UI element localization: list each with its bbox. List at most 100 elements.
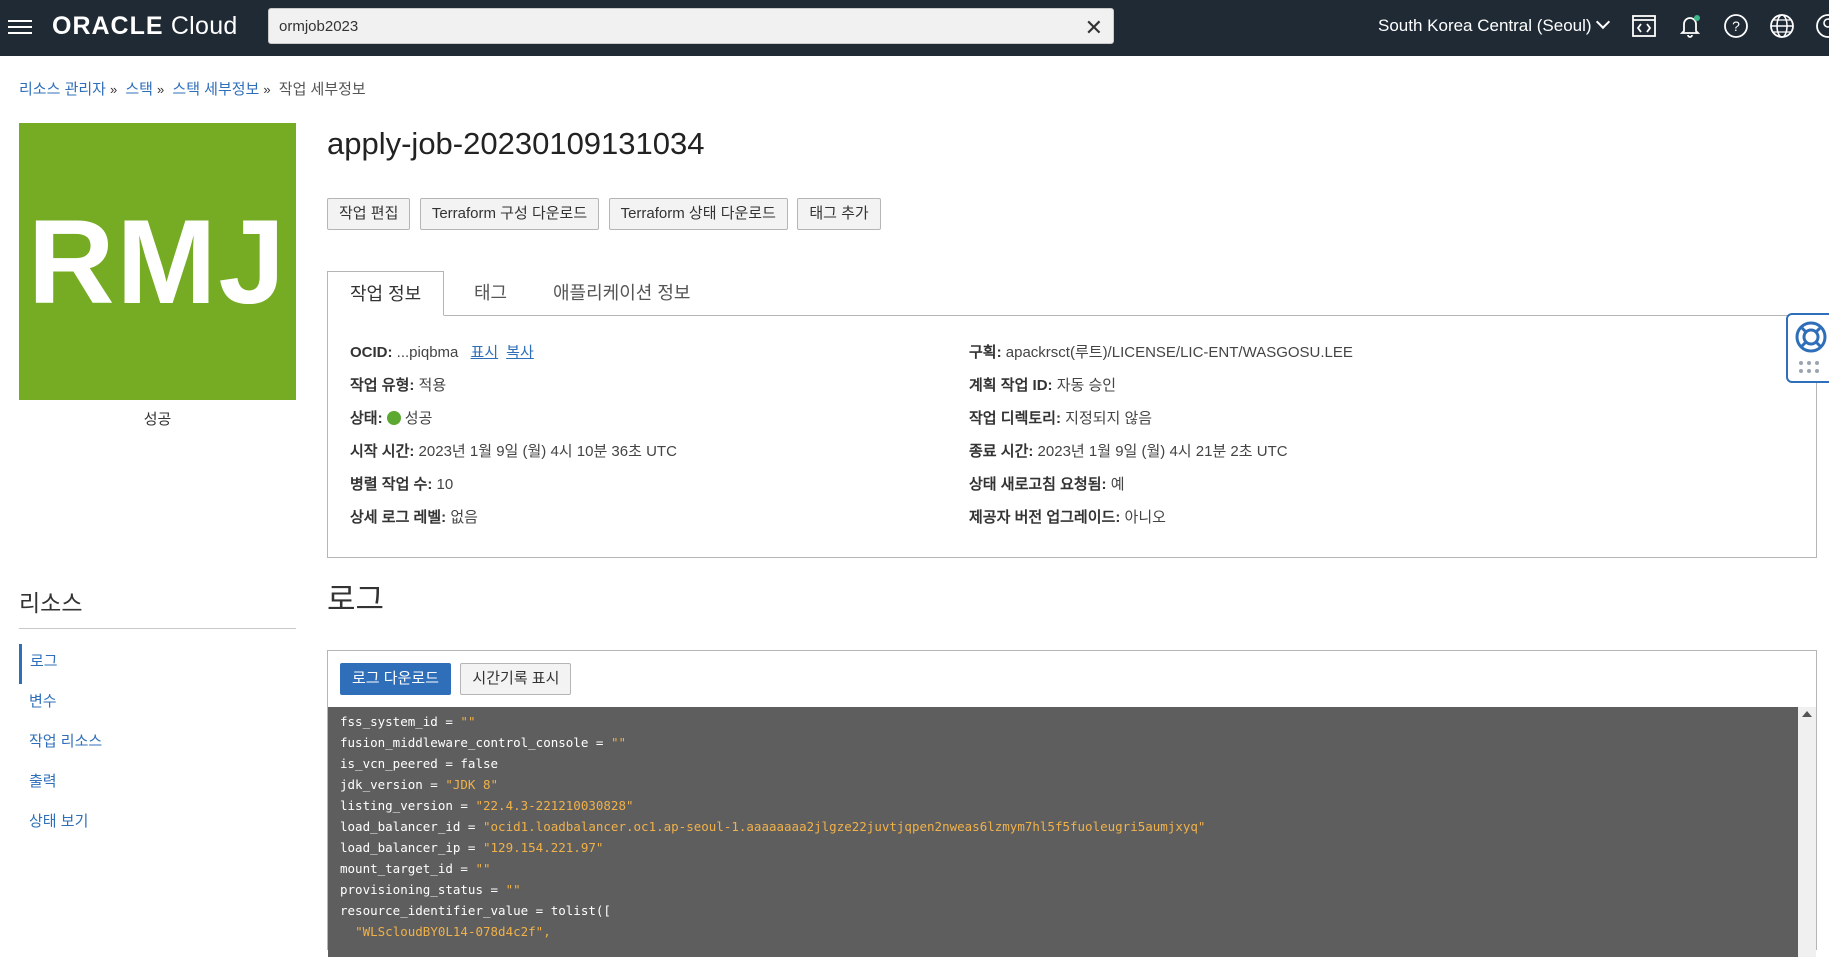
log-line: fusion_middleware_control_console = "": [340, 732, 1786, 753]
profile-icon[interactable]: [1814, 12, 1829, 40]
info-ocid: OCID: ...piqbma 표시 복사: [350, 341, 677, 374]
parallelism-value: 10: [436, 476, 454, 493]
resources-divider: [19, 628, 296, 629]
log-line-value: "": [460, 714, 476, 729]
resources-item-logs[interactable]: 로그: [19, 644, 296, 684]
log-line: provisioning_status = "": [340, 879, 1786, 900]
search-input[interactable]: [277, 17, 1061, 36]
resources-item-variables[interactable]: 변수: [19, 684, 296, 724]
success-status-dot: [386, 411, 401, 425]
parallelism-label: 병렬 작업 수:: [350, 476, 433, 493]
download-terraform-state-button[interactable]: Terraform 상태 다운로드: [608, 198, 788, 230]
show-timestamps-button[interactable]: 시간기록 표시: [460, 663, 572, 695]
log-line-value: "WLScloudBY0L14-078d4c2f",: [355, 924, 551, 939]
log-line: fss_system_id = "": [340, 711, 1786, 732]
info-compartment: 구획: apackrsct(루트)/LICENSE/LIC-ENT/WASGOS…: [969, 341, 1353, 374]
log-line: mount_target_id = "": [340, 858, 1786, 879]
resources-item-outputs[interactable]: 출력: [19, 764, 296, 804]
job-type-label: 작업 유형:: [350, 377, 415, 394]
log-line-value: "JDK 8": [445, 777, 499, 792]
resources-item-job-resources[interactable]: 작업 리소스: [19, 724, 296, 764]
region-selector[interactable]: South Korea Central (Seoul): [1378, 14, 1610, 36]
working-directory-value: 지정되지 않음: [1065, 410, 1153, 427]
notifications-bell-icon[interactable]: [1676, 12, 1704, 40]
cloud-shell-icon[interactable]: [1630, 12, 1658, 40]
breadcrumb-resource-manager[interactable]: 리소스 관리자: [19, 81, 106, 98]
search-box: ✕: [268, 8, 1114, 44]
compartment-label: 구획:: [969, 344, 1002, 361]
job-avatar-tile: RMJ: [19, 123, 296, 400]
info-job-type: 작업 유형: 적용: [350, 374, 677, 407]
log-line-key: load_balancer_id =: [340, 819, 483, 834]
page-title: apply-job-20230109131034: [327, 126, 705, 161]
start-time-label: 시작 시간:: [350, 443, 415, 460]
help-widget[interactable]: [1786, 313, 1829, 383]
tab-tags[interactable]: 태그: [474, 271, 507, 315]
state-value: 성공: [404, 410, 433, 427]
plan-job-id-value: 자동 승인: [1056, 377, 1117, 394]
log-console[interactable]: fss_system_id = "" fusion_middleware_cont…: [328, 707, 1798, 957]
language-globe-icon[interactable]: [1768, 12, 1796, 40]
state-label: 상태:: [350, 410, 383, 427]
download-logs-button[interactable]: 로그 다운로드: [340, 663, 451, 695]
log-line-key: provisioning_status =: [340, 882, 506, 897]
add-tags-button[interactable]: 태그 추가: [797, 198, 881, 230]
plan-job-id-label: 계획 작업 ID:: [969, 377, 1053, 394]
tab-application-information[interactable]: 애플리케이션 정보: [553, 271, 690, 315]
start-time-value: 2023년 1월 9일 (월) 4시 10분 36초 UTC: [418, 443, 677, 460]
brand-cloud: Cloud: [170, 12, 238, 40]
info-provider-upgrade: 제공자 버전 업그레이드: 아니오: [969, 506, 1353, 539]
log-line-value: "": [475, 861, 491, 876]
ocid-copy-link[interactable]: 복사: [506, 344, 534, 361]
logs-actions: 로그 다운로드 시간기록 표시: [340, 663, 576, 695]
compartment-value: apackrsct(루트)/LICENSE/LIC-ENT/WASGOSU.LE…: [1005, 344, 1353, 361]
log-line: load_balancer_id = "ocid1.loadbalancer.o…: [340, 816, 1786, 837]
log-line-key: fusion_middleware_control_console =: [340, 735, 611, 750]
info-plan-job-id: 계획 작업 ID: 자동 승인: [969, 374, 1353, 407]
log-line: is_vcn_peered = false: [340, 753, 1786, 774]
log-line-key: listing_version =: [340, 798, 476, 813]
resources-nav: 로그 변수 작업 리소스 출력 상태 보기: [19, 644, 296, 844]
log-scrollbar[interactable]: [1798, 707, 1816, 957]
resources-heading: 리소스: [19, 590, 83, 616]
info-parallelism: 병렬 작업 수: 10: [350, 473, 677, 506]
top-navigation-bar: ORACLE Cloud ✕ South Korea Central (Seou…: [0, 0, 1829, 56]
ocid-show-link[interactable]: 표시: [471, 344, 499, 361]
breadcrumb: 리소스 관리자» 스택» 스택 세부정보» 작업 세부정보: [19, 78, 366, 99]
chevron-down-icon: [1595, 14, 1610, 30]
help-icon[interactable]: ?: [1722, 12, 1750, 40]
logs-heading: 로그: [327, 582, 385, 617]
details-tabs: 작업 정보 태그 애플리케이션 정보: [327, 271, 1817, 316]
job-type-value: 적용: [418, 377, 447, 394]
edit-job-button[interactable]: 작업 편집: [327, 198, 411, 230]
oracle-cloud-logo[interactable]: ORACLE Cloud: [52, 12, 238, 41]
resources-item-view-state[interactable]: 상태 보기: [19, 804, 296, 844]
action-buttons: 작업 편집 Terraform 구성 다운로드 Terraform 상태 다운로…: [327, 198, 886, 230]
log-line-key: resource_identifier_value = tolist([: [340, 903, 611, 918]
breadcrumb-stacks[interactable]: 스택: [125, 81, 153, 98]
end-time-value: 2023년 1월 9일 (월) 4시 21분 2초 UTC: [1037, 443, 1288, 460]
job-status-label: 성공: [143, 411, 172, 428]
refresh-state-value: 예: [1110, 476, 1125, 493]
tab-job-information[interactable]: 작업 정보: [327, 271, 445, 316]
log-line-key: jdk_version =: [340, 777, 446, 792]
info-start-time: 시작 시간: 2023년 1월 9일 (월) 4시 10분 36초 UTC: [350, 440, 677, 473]
breadcrumb-separator: »: [263, 82, 271, 97]
log-line: load_balancer_ip = "129.154.221.97": [340, 837, 1786, 858]
breadcrumb-separator: »: [156, 82, 165, 97]
breadcrumb-stack-details[interactable]: 스택 세부정보: [172, 81, 259, 98]
log-level-value: 없음: [450, 509, 478, 526]
provider-upgrade-value: 아니오: [1124, 509, 1166, 526]
end-time-label: 종료 시간:: [969, 443, 1034, 460]
scroll-up-icon[interactable]: [1802, 711, 1812, 717]
brand-oracle: ORACLE: [52, 12, 164, 40]
info-column-right: 구획: apackrsct(루트)/LICENSE/LIC-ENT/WASGOS…: [969, 341, 1353, 539]
log-line: "WLScloudBY0L14-078d4c2f",: [340, 921, 1786, 942]
info-working-directory: 작업 디렉토리: 지정되지 않음: [969, 407, 1353, 440]
region-label: South Korea Central (Seoul): [1378, 16, 1592, 35]
menu-icon[interactable]: [8, 16, 32, 36]
info-refresh-state: 상태 새로고침 요청됨: 예: [969, 473, 1353, 506]
logs-panel: 로그 다운로드 시간기록 표시 fss_system_id = "" fusion…: [327, 650, 1817, 957]
download-terraform-config-button[interactable]: Terraform 구성 다운로드: [419, 198, 600, 230]
clear-search-icon[interactable]: ✕: [1085, 15, 1103, 41]
